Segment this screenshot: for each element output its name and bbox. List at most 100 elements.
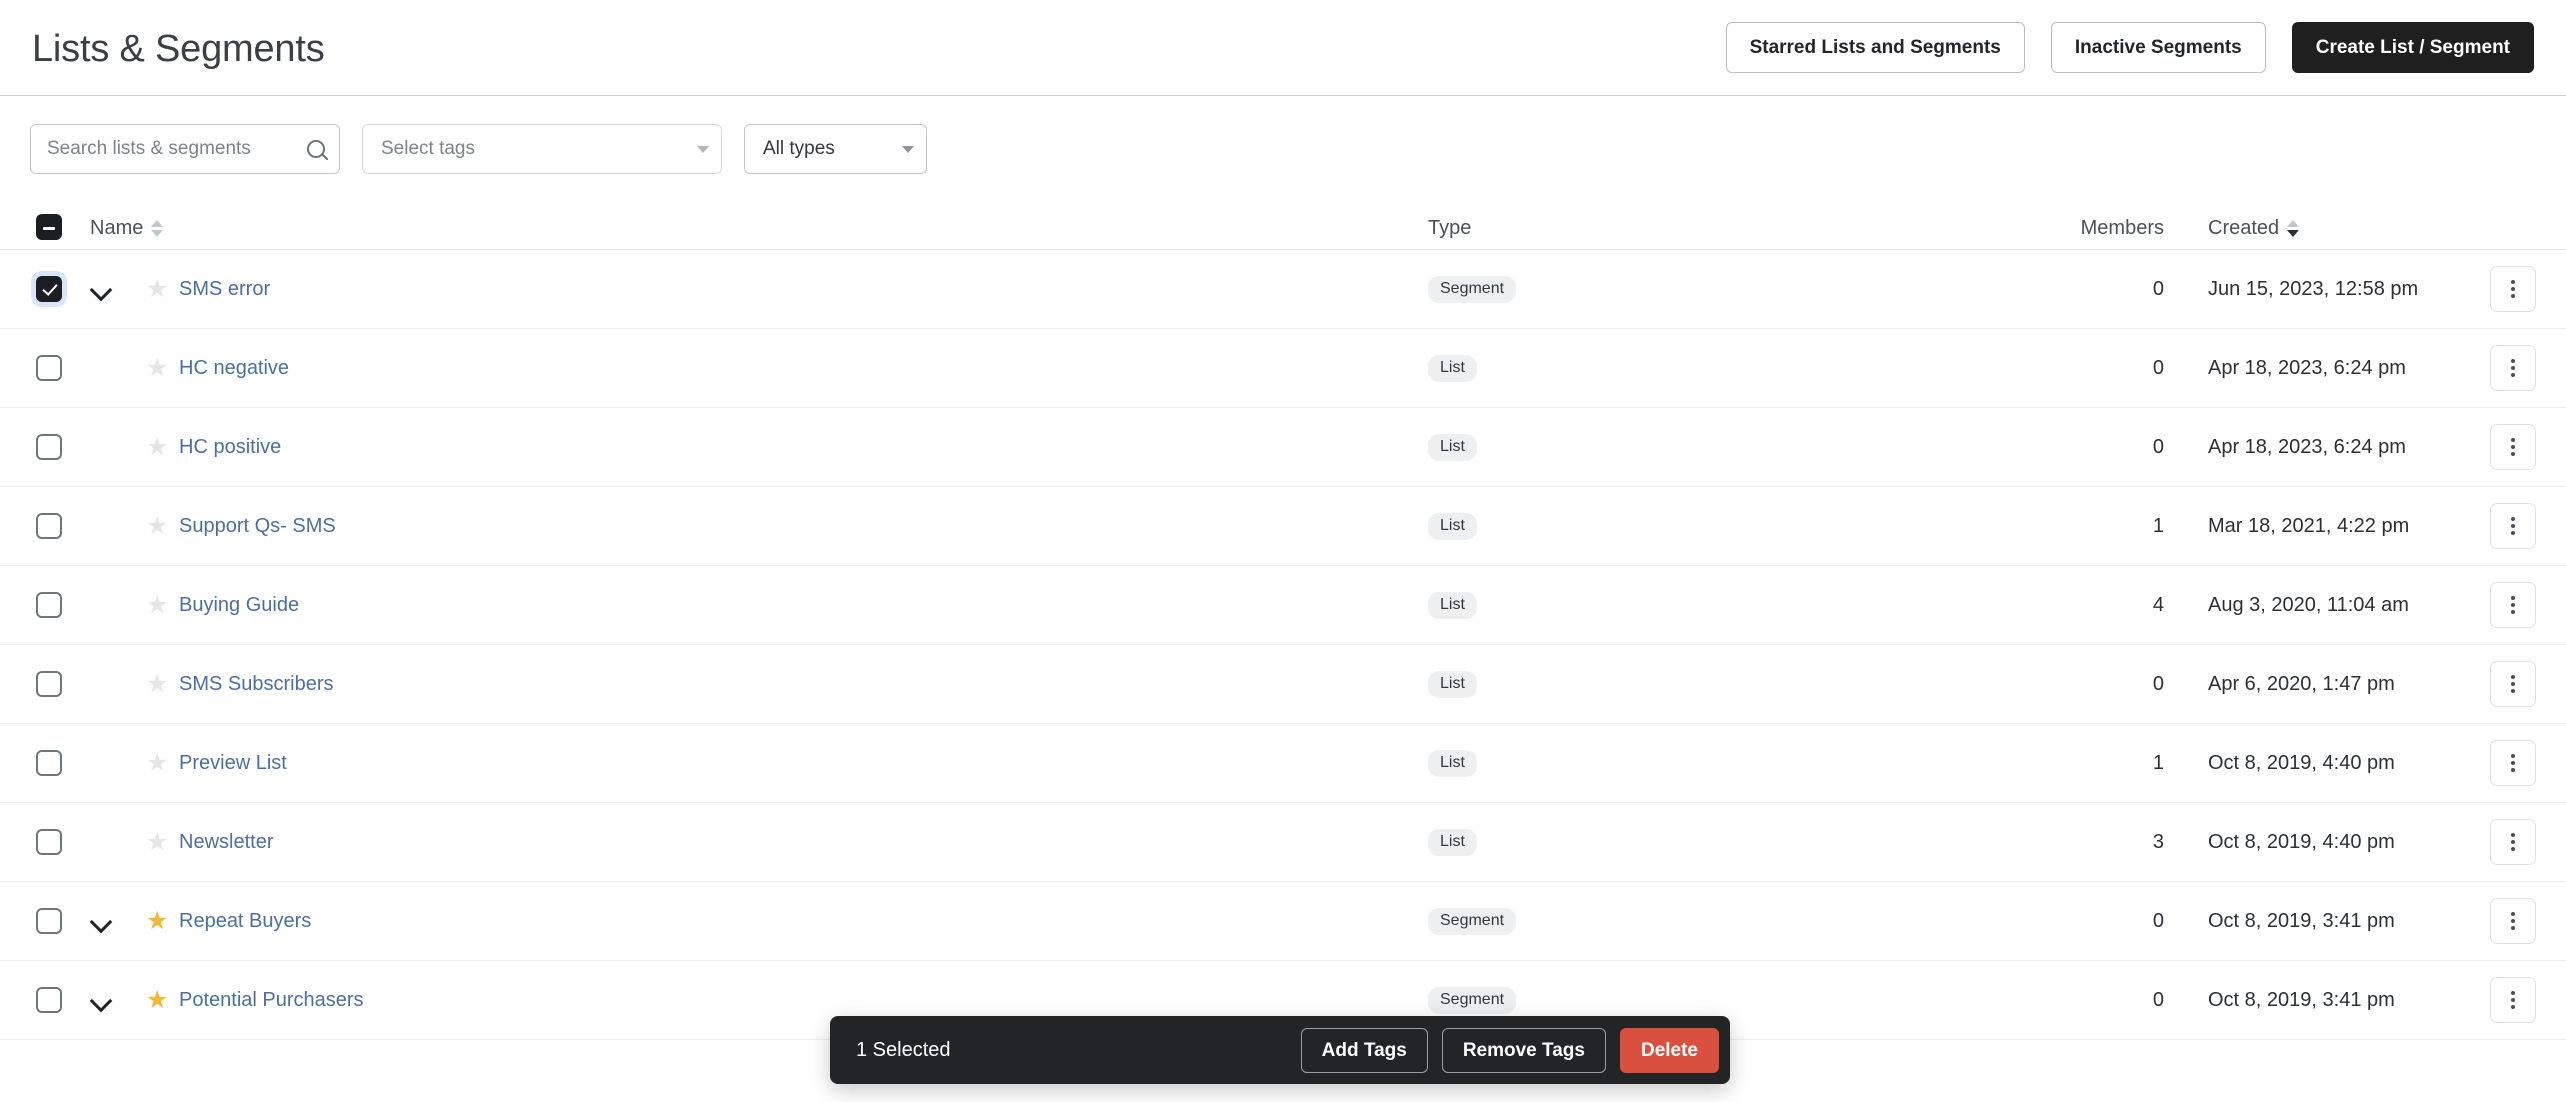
row-kebab-menu-button[interactable] — [2490, 819, 2536, 865]
members-count: 0 — [2152, 435, 2164, 458]
type-badge: Segment — [1428, 986, 1517, 1014]
members-count: 0 — [2152, 277, 2164, 300]
row-kebab-menu-button[interactable] — [2490, 424, 2536, 470]
row-name-cell: Support Qs- SMS — [179, 515, 1428, 538]
table-row[interactable]: ★ Repeat Buyers Segment 0 Oct 8, 2019, 3:41 … — [0, 882, 2566, 961]
row-menu-cell — [2440, 266, 2536, 312]
row-checkbox[interactable] — [36, 908, 62, 934]
chevron-down-icon[interactable] — [90, 278, 112, 300]
chevron-down-icon[interactable] — [90, 910, 112, 932]
row-kebab-menu-button[interactable] — [2490, 977, 2536, 1023]
row-checkbox[interactable] — [36, 671, 62, 697]
row-checkbox[interactable] — [36, 513, 62, 539]
row-members-cell: 4 — [2032, 594, 2164, 617]
star-icon[interactable]: ★ — [146, 987, 168, 1013]
star-icon[interactable]: ★ — [146, 592, 168, 618]
row-created-cell: Oct 8, 2019, 3:41 pm — [2164, 989, 2440, 1012]
row-checkbox[interactable] — [36, 434, 62, 460]
row-kebab-menu-button[interactable] — [2490, 898, 2536, 944]
search-icon — [307, 140, 325, 158]
table-row[interactable]: ★ Support Qs- SMS List 1 Mar 18, 2021, 4:22 … — [0, 487, 2566, 566]
row-select-cell — [36, 434, 90, 460]
created-sort-icon[interactable] — [2287, 220, 2300, 237]
list-name-link[interactable]: HC negative — [179, 357, 289, 380]
inactive-segments-button[interactable]: Inactive Segments — [2050, 22, 2266, 73]
list-name-link[interactable]: HC positive — [179, 436, 281, 459]
row-menu-cell — [2440, 503, 2536, 549]
star-icon[interactable]: ★ — [146, 671, 168, 697]
add-tags-button[interactable]: Add Tags — [1300, 1027, 1428, 1073]
created-date: Oct 8, 2019, 4:40 pm — [2208, 830, 2395, 853]
created-date: Oct 8, 2019, 4:40 pm — [2208, 751, 2395, 774]
row-checkbox[interactable] — [36, 592, 62, 618]
members-count: 0 — [2152, 988, 2164, 1011]
starred-lists-and-segments-button[interactable]: Starred Lists and Segments — [1725, 22, 2025, 73]
table-row[interactable]: ★ Preview List List 1 Oct 8, 2019, 4:40 pm — [0, 724, 2566, 803]
row-type-cell: List — [1428, 512, 2032, 540]
row-name-cell: Newsletter — [179, 831, 1428, 854]
list-name-link[interactable]: Newsletter — [179, 831, 273, 854]
delete-button[interactable]: Delete — [1619, 1027, 1719, 1073]
row-members-cell: 0 — [2032, 278, 2164, 301]
star-icon[interactable]: ★ — [146, 750, 168, 776]
row-name-cell: SMS Subscribers — [179, 673, 1428, 696]
row-star-cell: ★ — [146, 750, 179, 776]
type-filter-dropdown[interactable]: All types — [744, 124, 927, 174]
table-row[interactable]: ★ HC positive List 0 Apr 18, 2023, 6:24 pm — [0, 408, 2566, 487]
table-header-row: Name Type Members Created — [0, 198, 2566, 250]
created-column-header[interactable]: Created — [2164, 217, 2440, 240]
row-star-cell: ★ — [146, 987, 179, 1013]
row-name-cell: Buying Guide — [179, 594, 1428, 617]
row-kebab-menu-button[interactable] — [2490, 740, 2536, 786]
row-expand-cell — [90, 989, 146, 1011]
row-kebab-menu-button[interactable] — [2490, 582, 2536, 628]
row-expand-cell — [90, 278, 146, 300]
row-members-cell: 1 — [2032, 515, 2164, 538]
created-date: Apr 6, 2020, 1:47 pm — [2208, 672, 2395, 695]
list-name-link[interactable]: Potential Purchasers — [179, 989, 364, 1012]
star-icon[interactable]: ★ — [146, 276, 168, 302]
star-icon[interactable]: ★ — [146, 355, 168, 381]
members-count: 0 — [2152, 909, 2164, 932]
row-members-cell: 0 — [2032, 673, 2164, 696]
star-icon[interactable]: ★ — [146, 829, 168, 855]
name-column-header[interactable]: Name — [90, 217, 1428, 240]
table-row[interactable]: ★ SMS Subscribers List 0 Apr 6, 2020, 1:47 p… — [0, 645, 2566, 724]
table-row[interactable]: ★ Newsletter List 3 Oct 8, 2019, 4:40 pm — [0, 803, 2566, 882]
list-name-link[interactable]: Preview List — [179, 752, 287, 775]
table-row[interactable]: ★ Buying Guide List 4 Aug 3, 2020, 11:04 am — [0, 566, 2566, 645]
row-checkbox[interactable] — [36, 829, 62, 855]
name-sort-icon[interactable] — [151, 220, 164, 237]
star-icon[interactable]: ★ — [146, 434, 168, 460]
chevron-down-icon[interactable] — [90, 989, 112, 1011]
row-kebab-menu-button[interactable] — [2490, 345, 2536, 391]
row-checkbox[interactable] — [36, 355, 62, 381]
row-created-cell: Jun 15, 2023, 12:58 pm — [2164, 278, 2440, 301]
type-header-label: Type — [1428, 217, 1472, 239]
row-kebab-menu-button[interactable] — [2490, 266, 2536, 312]
star-icon[interactable]: ★ — [146, 513, 168, 539]
type-badge: List — [1428, 828, 1477, 856]
row-kebab-menu-button[interactable] — [2490, 661, 2536, 707]
table-row[interactable]: ★ SMS error Segment 0 Jun 15, 2023, 12:58 pm — [0, 250, 2566, 329]
list-name-link[interactable]: Support Qs- SMS — [179, 515, 336, 538]
list-name-link[interactable]: Repeat Buyers — [179, 910, 311, 933]
star-icon[interactable]: ★ — [146, 908, 168, 934]
create-list-segment-button[interactable]: Create List / Segment — [2291, 22, 2534, 73]
list-name-link[interactable]: SMS error — [179, 278, 270, 301]
search-input[interactable]: Search lists & segments — [30, 124, 340, 174]
row-checkbox[interactable] — [36, 276, 62, 302]
members-count: 0 — [2152, 356, 2164, 379]
list-name-link[interactable]: SMS Subscribers — [179, 673, 334, 696]
row-checkbox[interactable] — [36, 750, 62, 776]
row-checkbox[interactable] — [36, 987, 62, 1013]
row-expand-cell — [90, 910, 146, 932]
select-all-checkbox[interactable] — [36, 214, 62, 240]
select-tags-placeholder: Select tags — [381, 138, 475, 159]
list-name-link[interactable]: Buying Guide — [179, 594, 299, 617]
table-row[interactable]: ★ HC negative List 0 Apr 18, 2023, 6:24 pm — [0, 329, 2566, 408]
created-date: Mar 18, 2021, 4:22 pm — [2208, 514, 2410, 537]
select-tags-dropdown[interactable]: Select tags — [362, 124, 722, 174]
remove-tags-button[interactable]: Remove Tags — [1441, 1027, 1606, 1073]
row-kebab-menu-button[interactable] — [2490, 503, 2536, 549]
